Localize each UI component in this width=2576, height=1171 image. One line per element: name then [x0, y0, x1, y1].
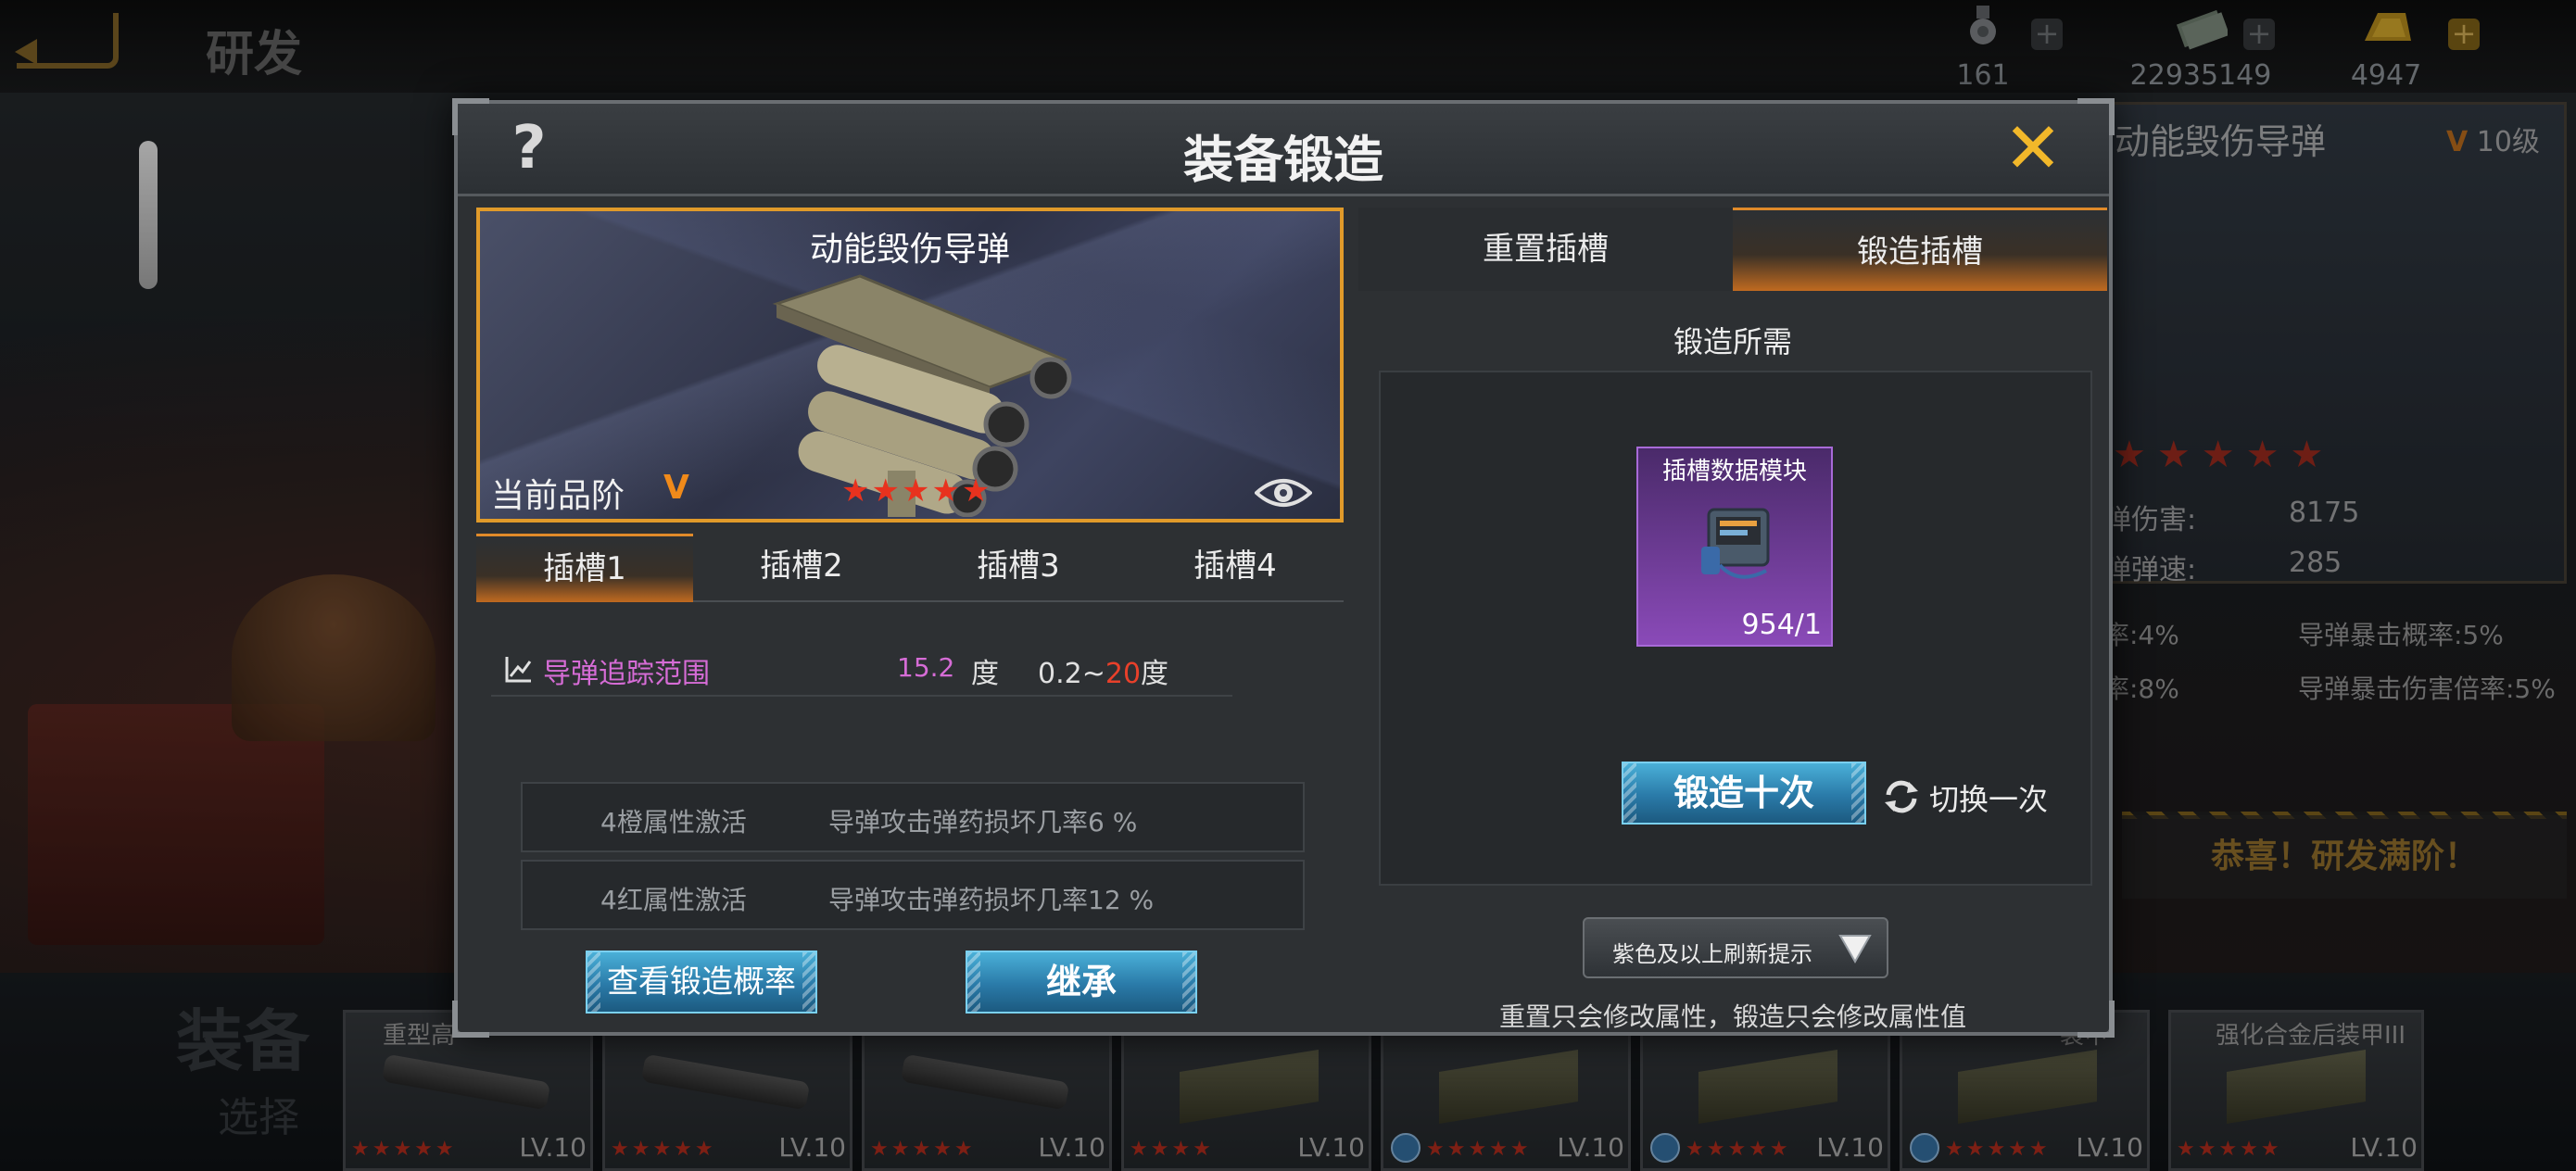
- refresh-notify-label: 紫色及以上刷新提示: [1612, 941, 1812, 967]
- item-stars: ★★★★★: [841, 472, 992, 510]
- set-bonus-row: 4橙属性激活 导弹攻击弹药损坏几率6 %: [521, 782, 1305, 852]
- refresh-icon: [1885, 780, 1918, 813]
- material-card[interactable]: 插槽数据模块 954/1: [1636, 447, 1833, 647]
- switch-once-label: 切换一次: [1929, 782, 2049, 817]
- tab-slot-1[interactable]: 插槽1: [476, 534, 693, 602]
- set-bonus-desc: 导弹攻击弹药损坏几率6 %: [828, 807, 1138, 837]
- attribute-range: 0.2~20度: [1038, 650, 1168, 691]
- set-bonus-label: 4橙属性激活: [600, 807, 747, 837]
- item-name: 动能毁伤导弹: [809, 231, 1010, 269]
- tab-reset-slot[interactable]: 重置插槽: [1358, 208, 1733, 291]
- modal-header: ? 装备锻造 ✕: [458, 104, 2109, 196]
- tab-forge-slot[interactable]: 锻造插槽: [1733, 208, 2107, 291]
- material-name: 插槽数据模块: [1661, 458, 1807, 485]
- requirement-title: 锻造所需: [1673, 324, 1792, 359]
- view-forge-rates-button[interactable]: 查看锻造概率: [586, 951, 817, 1014]
- modal-title: 装备锻造: [1183, 131, 1383, 189]
- frame-corner: [452, 1001, 489, 1038]
- quality-value: V: [663, 469, 689, 507]
- triangle-down-icon: [1838, 935, 1872, 964]
- quality-label: 当前品阶: [491, 477, 625, 515]
- attribute-name: 导弹追踪范围: [543, 658, 710, 690]
- close-button[interactable]: ✕: [1998, 113, 2068, 183]
- attribute-range-max: 20: [1105, 658, 1142, 690]
- eye-icon[interactable]: [1255, 474, 1312, 511]
- material-count: 954/1: [1741, 609, 1822, 641]
- tab-slot-2[interactable]: 插槽2: [693, 534, 910, 602]
- item-preview: 动能毁伤导弹 当前品阶 V ★★★★★: [476, 208, 1344, 523]
- forge-mode-tabs: 重置插槽 锻造插槽: [1358, 208, 2107, 291]
- tab-slot-3[interactable]: 插槽3: [910, 534, 1127, 602]
- forge-ten-times-button[interactable]: 锻造十次: [1622, 762, 1866, 825]
- trend-chart-icon: [505, 657, 532, 683]
- forge-hint-text: 重置只会修改属性，锻造只会修改属性值: [1498, 1001, 1966, 1032]
- set-bonus-desc: 导弹攻击弹药损坏几率12 %: [828, 885, 1155, 915]
- attribute-value: 15.2: [897, 652, 955, 683]
- slot-tabs: 插槽1 插槽2 插槽3 插槽4: [476, 534, 1344, 602]
- attribute-range-unit: 度: [1141, 658, 1169, 690]
- slot-attribute-row: 导弹追踪范围 15.2 度 0.2~20度: [491, 641, 1232, 697]
- attribute-unit: 度: [971, 658, 999, 690]
- set-bonus-label: 4红属性激活: [600, 885, 747, 915]
- data-module-icon: [1701, 508, 1770, 579]
- attribute-range-min: 0.2~: [1038, 658, 1105, 690]
- forge-requirements-pane: 重置插槽 锻造插槽 锻造所需 插槽数据模块 954/1 锻造十次 切换一次 紫色…: [1358, 208, 2107, 1032]
- refresh-notify-dropdown[interactable]: 紫色及以上刷新提示: [1583, 917, 1888, 978]
- inherit-button[interactable]: 继承: [966, 951, 1197, 1014]
- requirement-box: 插槽数据模块 954/1 锻造十次 切换一次: [1379, 371, 2092, 886]
- set-bonus-row: 4红属性激活 导弹攻击弹药损坏几率12 %: [521, 860, 1305, 930]
- equipment-forge-modal: ? 装备锻造 ✕ 动能毁伤导弹 当前品阶 V ★★★★★ 插槽1 插槽2 插槽3…: [452, 98, 2115, 1038]
- tab-slot-4[interactable]: 插槽4: [1127, 534, 1344, 602]
